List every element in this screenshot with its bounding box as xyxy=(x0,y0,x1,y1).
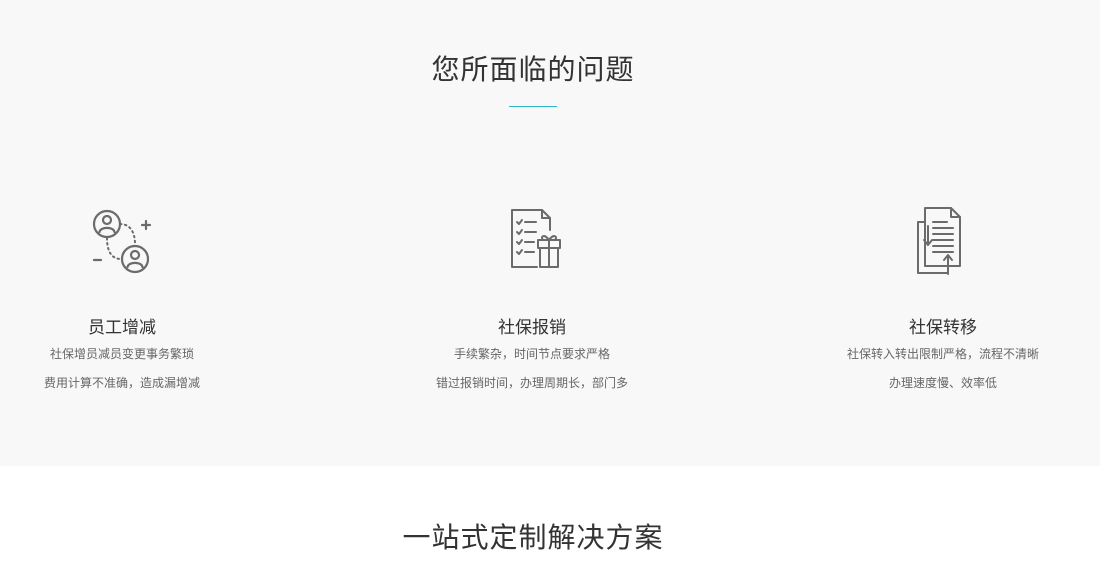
user-add-remove-icon xyxy=(92,209,152,274)
card-title: 员工增减 xyxy=(88,318,156,338)
problems-section: 您所面临的问题 员工增减 社保增员减员变更事务繁琐 费用计算不准确，造成漏增减 xyxy=(0,0,1100,466)
problem-card-reimbursement: 社保报销 手续繁杂，时间节点要求严格 错过报销时间，办理周期长，部门多 xyxy=(382,200,682,391)
card-desc-line: 社保增员减员变更事务繁琐 xyxy=(49,347,194,361)
document-transfer-icon xyxy=(917,207,961,275)
title-underline xyxy=(509,106,557,107)
solution-title: 一站式定制解决方案 xyxy=(402,521,664,554)
card-desc-line: 办理速度慢、效率低 xyxy=(888,376,997,390)
checklist-gift-icon xyxy=(511,209,561,268)
problem-card-transfer: 社保转移 社保转入转出限制严格，流程不清晰 办理速度慢、效率低 xyxy=(793,200,1093,391)
problems-title: 您所面临的问题 xyxy=(431,53,635,86)
problem-card-employee-change: 员工增减 社保增员减员变更事务繁琐 费用计算不准确，造成漏增减 xyxy=(0,200,272,391)
card-desc-line: 错过报销时间，办理周期长，部门多 xyxy=(435,376,628,390)
card-desc-line: 费用计算不准确，造成漏增减 xyxy=(43,376,200,390)
card-title: 社保转移 xyxy=(909,318,977,338)
card-title: 社保报销 xyxy=(498,318,566,338)
card-desc-line: 手续繁杂，时间节点要求严格 xyxy=(453,347,610,361)
card-desc-line: 社保转入转出限制严格，流程不清晰 xyxy=(846,347,1039,361)
